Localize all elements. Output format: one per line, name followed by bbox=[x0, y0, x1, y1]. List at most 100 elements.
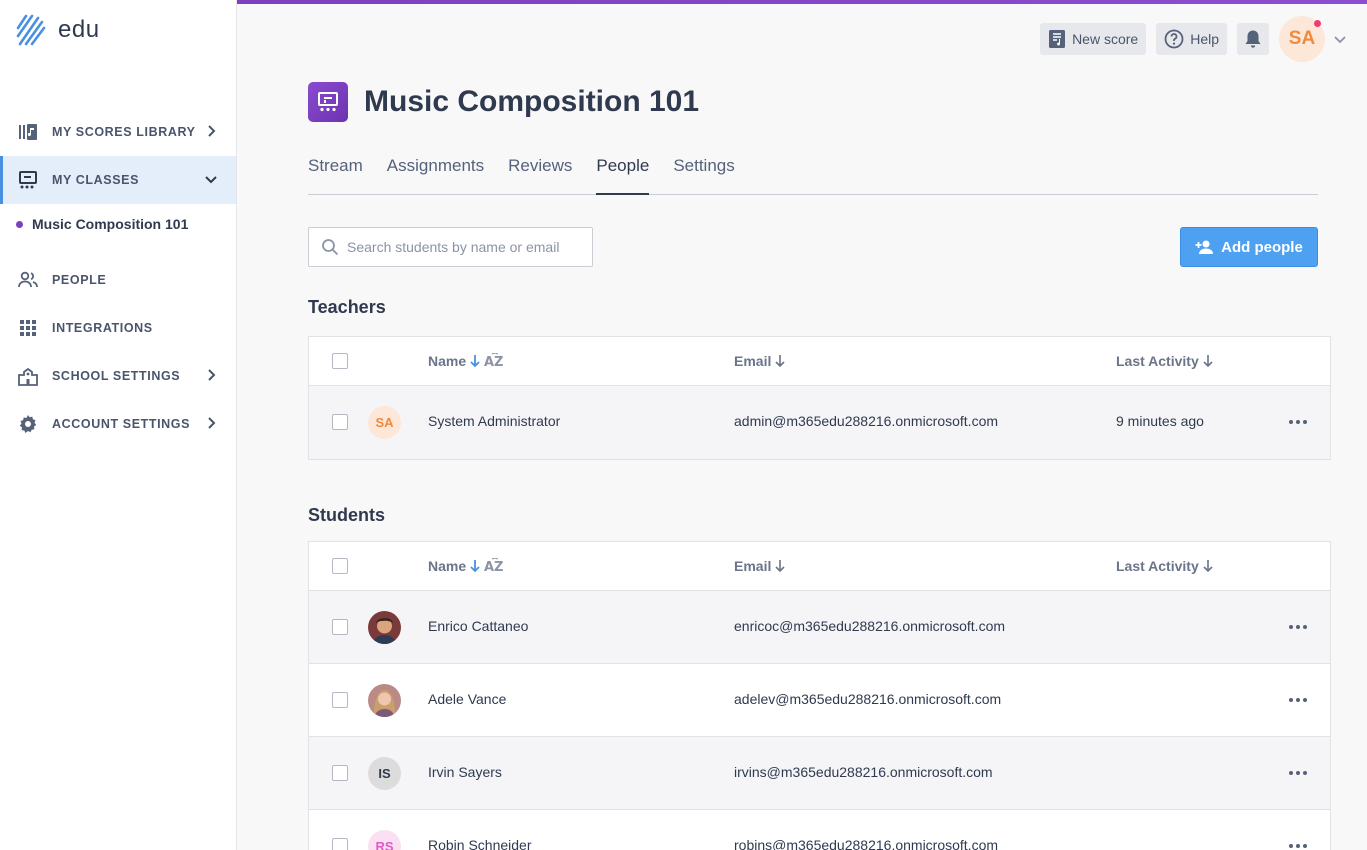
score-icon bbox=[1049, 30, 1066, 48]
chevron-right-icon bbox=[208, 369, 216, 381]
new-score-label: New score bbox=[1072, 31, 1139, 47]
new-score-button[interactable]: New score bbox=[1040, 23, 1147, 55]
search-box bbox=[308, 227, 593, 267]
table-row[interactable]: RS Robin Schneider robins@m365edu288216.… bbox=[309, 810, 1330, 850]
row-checkbox[interactable] bbox=[332, 838, 348, 850]
tab-stream[interactable]: Stream bbox=[308, 150, 363, 195]
user-avatar-button[interactable]: SA bbox=[1279, 16, 1325, 62]
class-color-dot bbox=[16, 220, 23, 228]
name-column-header[interactable]: Name AZ bbox=[428, 353, 504, 369]
table-row[interactable]: Adele Vance adelev@m365edu288216.onmicro… bbox=[309, 664, 1330, 737]
table-header: Name AZ Email Last Activity bbox=[309, 542, 1330, 591]
column-label: Last Activity bbox=[1116, 558, 1199, 574]
last-activity: 9 minutes ago bbox=[1116, 413, 1204, 429]
school-icon bbox=[18, 366, 38, 386]
row-checkbox[interactable] bbox=[332, 692, 348, 708]
column-label: Last Activity bbox=[1116, 353, 1199, 369]
column-label: Name bbox=[428, 353, 467, 369]
person-email: admin@m365edu288216.onmicrosoft.com bbox=[734, 413, 999, 429]
sidebar-item-account-settings[interactable]: ACCOUNT SETTINGS bbox=[0, 400, 236, 448]
table-row[interactable]: SA System Administrator admin@m365edu288… bbox=[309, 386, 1330, 459]
tab-assignments[interactable]: Assignments bbox=[387, 150, 484, 195]
gear-icon bbox=[18, 414, 38, 434]
column-label: Name bbox=[428, 558, 467, 574]
top-accent-bar bbox=[237, 0, 1367, 4]
classes-icon bbox=[18, 170, 38, 190]
students-heading: Students bbox=[308, 505, 386, 525]
add-person-icon bbox=[1195, 240, 1214, 254]
avatar: SA bbox=[368, 406, 401, 439]
avatar bbox=[368, 611, 401, 644]
tab-people[interactable]: People bbox=[596, 150, 650, 195]
photo-avatar-icon bbox=[368, 684, 401, 717]
row-checkbox[interactable] bbox=[332, 765, 348, 781]
person-email: irvins@m365edu288216.onmicrosoft.com bbox=[734, 764, 993, 780]
sidebar-subitem-class[interactable]: Music Composition 101 bbox=[0, 206, 236, 242]
class-tabs: Stream Assignments Reviews People Settin… bbox=[308, 150, 1318, 195]
library-icon bbox=[18, 122, 38, 142]
bell-icon bbox=[1245, 30, 1261, 48]
page-header: Music Composition 101 bbox=[308, 82, 699, 122]
more-options-icon[interactable] bbox=[1289, 625, 1307, 629]
more-options-icon[interactable] bbox=[1289, 420, 1307, 424]
person-name: Irvin Sayers bbox=[428, 764, 502, 780]
email-column-header[interactable]: Email bbox=[734, 353, 786, 369]
sidebar-item-school-settings[interactable]: SCHOOL SETTINGS bbox=[0, 352, 236, 400]
logo-mark-icon bbox=[16, 14, 46, 46]
avatar: RS bbox=[368, 830, 401, 850]
help-label: Help bbox=[1190, 31, 1219, 47]
teachers-heading: Teachers bbox=[308, 297, 386, 317]
sort-down-icon bbox=[1203, 560, 1213, 573]
email-column-header[interactable]: Email bbox=[734, 558, 786, 574]
chevron-down-icon bbox=[205, 176, 217, 184]
notification-dot bbox=[1314, 20, 1321, 27]
sort-down-icon bbox=[775, 560, 785, 573]
add-people-button[interactable]: Add people bbox=[1180, 227, 1318, 267]
activity-column-header[interactable]: Last Activity bbox=[1116, 558, 1214, 574]
sidebar: edu MY SCORES LIBRARY MY CLASSES Music C… bbox=[0, 0, 237, 850]
people-icon bbox=[18, 270, 38, 290]
tab-settings[interactable]: Settings bbox=[673, 150, 734, 195]
table-row[interactable]: Enrico Cattaneo enricoc@m365edu288216.on… bbox=[309, 591, 1330, 664]
sidebar-subitem-label: Music Composition 101 bbox=[32, 216, 189, 232]
grid-icon bbox=[18, 318, 38, 338]
svg-text:AZ: AZ bbox=[484, 355, 504, 369]
search-icon bbox=[322, 239, 339, 256]
search-input[interactable] bbox=[347, 239, 577, 255]
person-email: enricoc@m365edu288216.onmicrosoft.com bbox=[734, 618, 1006, 634]
sidebar-item-label: ACCOUNT SETTINGS bbox=[52, 417, 191, 431]
logo[interactable]: edu bbox=[16, 14, 100, 46]
sidebar-item-integrations[interactable]: INTEGRATIONS bbox=[0, 304, 236, 352]
activity-column-header[interactable]: Last Activity bbox=[1116, 353, 1214, 369]
sidebar-item-my-classes[interactable]: MY CLASSES bbox=[0, 156, 236, 204]
sidebar-item-label: SCHOOL SETTINGS bbox=[52, 369, 181, 383]
select-all-checkbox[interactable] bbox=[332, 558, 348, 574]
name-column-header[interactable]: Name AZ bbox=[428, 558, 504, 574]
table-row[interactable]: IS Irvin Sayers irvins@m365edu288216.onm… bbox=[309, 737, 1330, 810]
teachers-table: Name AZ Email Last Activity SA System Ad… bbox=[308, 336, 1331, 460]
notifications-button[interactable] bbox=[1237, 23, 1269, 55]
person-name: Adele Vance bbox=[428, 691, 507, 707]
sort-az-icon: AZ bbox=[484, 353, 504, 369]
row-checkbox[interactable] bbox=[332, 619, 348, 635]
svg-text:AZ: AZ bbox=[484, 560, 504, 574]
topbar: New score Help SA bbox=[1040, 16, 1347, 62]
more-options-icon[interactable] bbox=[1289, 844, 1307, 848]
user-initials: SA bbox=[1288, 28, 1316, 49]
column-label: Email bbox=[734, 353, 772, 369]
sidebar-item-people[interactable]: PEOPLE bbox=[0, 256, 236, 304]
row-checkbox[interactable] bbox=[332, 414, 348, 430]
more-options-icon[interactable] bbox=[1289, 771, 1307, 775]
logo-text: edu bbox=[58, 16, 100, 43]
help-button[interactable]: Help bbox=[1156, 23, 1227, 55]
sidebar-item-label: MY CLASSES bbox=[52, 173, 140, 187]
column-label: Email bbox=[734, 558, 772, 574]
select-all-checkbox[interactable] bbox=[332, 353, 348, 369]
class-icon bbox=[308, 82, 348, 122]
sort-down-icon bbox=[775, 355, 785, 368]
person-name: System Administrator bbox=[428, 413, 561, 429]
sidebar-item-scores-library[interactable]: MY SCORES LIBRARY bbox=[0, 108, 236, 156]
tab-reviews[interactable]: Reviews bbox=[508, 150, 572, 195]
chevron-down-icon[interactable] bbox=[1333, 32, 1347, 46]
more-options-icon[interactable] bbox=[1289, 698, 1307, 702]
